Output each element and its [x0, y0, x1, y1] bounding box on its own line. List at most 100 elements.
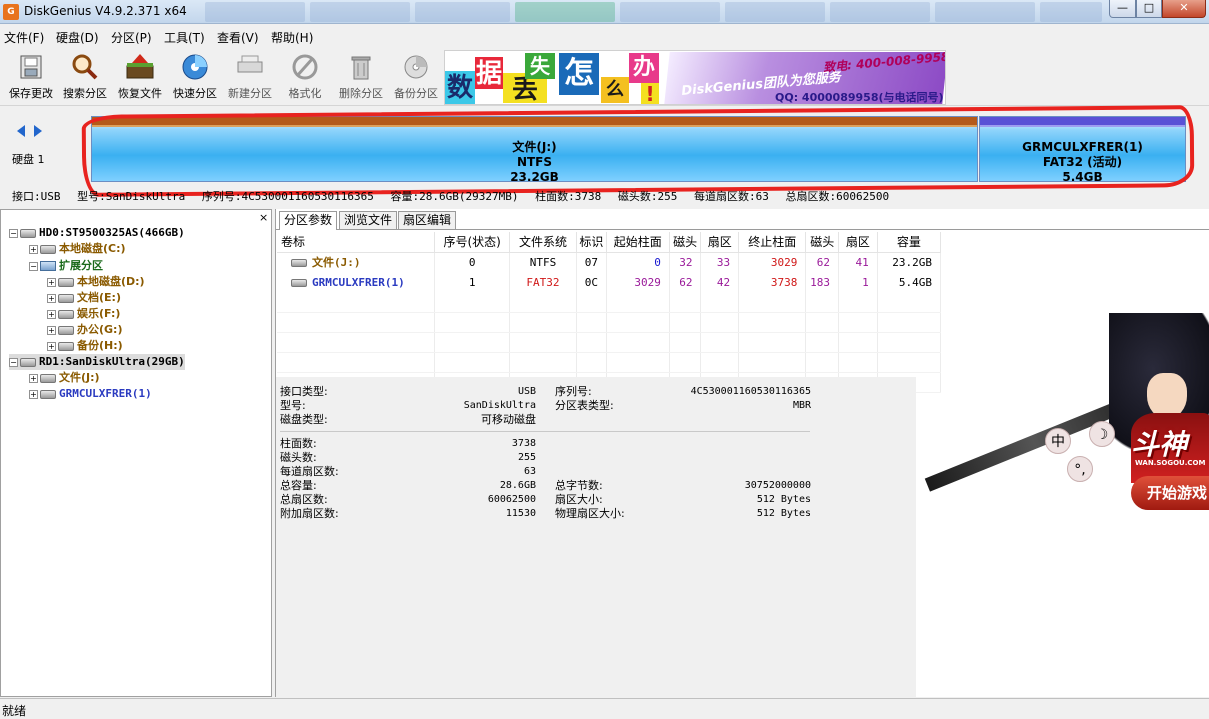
col-header[interactable]: 序号(状态) — [434, 232, 510, 253]
menu-view[interactable]: 查看(V) — [217, 29, 259, 46]
partition-fs: FAT32 (活动) — [1042, 155, 1123, 169]
cell-index: 1 — [434, 272, 510, 292]
info-value: 4C530001160530116365 — [690, 386, 811, 397]
cell-start-cyl: 0 — [606, 252, 670, 272]
menu-help[interactable]: 帮助(H) — [271, 29, 313, 46]
tab-sector-editor[interactable]: 扇区编辑 — [398, 211, 457, 229]
col-header[interactable]: 文件系统 — [509, 232, 578, 253]
cell-end-cyl: 3029 — [738, 252, 807, 272]
menu-file[interactable]: 文件(F) — [4, 29, 44, 46]
tree-item-f[interactable]: + 娱乐(F:) — [47, 306, 120, 322]
tree-item-e[interactable]: + 文档(E:) — [47, 290, 121, 306]
recover-files-button[interactable]: 恢复文件 — [113, 50, 167, 104]
table-row[interactable]: 文件(J:) 0 NTFS 07 0 32 33 3029 62 41 23.2… — [277, 252, 942, 272]
expand-icon[interactable]: + — [47, 325, 56, 335]
ad-bubble[interactable]: °, — [1067, 456, 1093, 482]
next-disk-arrow-icon[interactable] — [34, 125, 42, 137]
info-label: 总字节数: — [555, 479, 603, 492]
tab-partition-params[interactable]: 分区参数 — [279, 211, 338, 230]
empty-row — [277, 292, 942, 313]
expand-icon[interactable]: + — [47, 309, 56, 319]
quick-partition-button[interactable]: 快速分区 — [168, 50, 222, 104]
tree-item-extended[interactable]: − 扩展分区 — [29, 258, 103, 274]
save-icon — [15, 52, 47, 82]
ad-bubble[interactable]: ☽ — [1089, 421, 1115, 447]
ad-bubble[interactable]: 中 — [1045, 428, 1071, 454]
col-header[interactable]: 标识 — [576, 232, 607, 253]
tree-item-j[interactable]: + 文件(J:) — [29, 370, 100, 386]
col-header[interactable]: 扇区 — [700, 232, 740, 253]
menu-partition[interactable]: 分区(P) — [111, 29, 152, 46]
start-game-button[interactable]: 开始游戏 — [1131, 476, 1209, 510]
cell-index: 0 — [434, 252, 510, 272]
col-header[interactable]: 卷标 — [277, 232, 436, 253]
collapse-icon[interactable]: − — [9, 228, 18, 238]
tree-item-h[interactable]: + 备份(H:) — [47, 338, 123, 354]
tree-item-rd1[interactable]: − RD1:SanDiskUltra(29GB) — [9, 354, 185, 370]
cell-end-sector: 41 — [838, 252, 878, 272]
tree-item-g[interactable]: + 办公(G:) — [47, 322, 122, 338]
partition-icon — [40, 244, 56, 254]
hard-disk-icon — [20, 228, 36, 238]
cell-id: 0C — [576, 272, 607, 292]
info-label: 型号: — [280, 399, 306, 412]
new-partition-button[interactable]: 新建分区 — [223, 50, 277, 104]
tab-browse-files[interactable]: 浏览文件 — [339, 211, 398, 229]
background-window-ghost — [935, 2, 1035, 22]
background-window-ghost — [1040, 2, 1102, 22]
partition-table: 卷标 序号(状态) 文件系统 标识 起始柱面 磁头 扇区 终止柱面 磁头 扇区 … — [277, 232, 942, 393]
partition-icon — [291, 259, 307, 268]
expand-icon[interactable]: + — [29, 389, 38, 399]
disk-info-item: 柱面数:3738 — [535, 190, 602, 203]
banner-char: 数 — [445, 71, 475, 104]
banner-char: 失 — [525, 53, 555, 79]
backup-partition-button[interactable]: 备份分区 — [389, 50, 443, 104]
cell-fs: FAT32 — [509, 272, 578, 292]
ad-site-text: WAN.SOGOU.COM — [1135, 459, 1206, 467]
format-button[interactable]: 格式化 — [278, 50, 332, 104]
info-label: 接口类型: — [280, 385, 328, 398]
game-ad-popup[interactable]: 中 ☽ °, 斗神 WAN.SOGOU.COM 开始游戏 — [909, 313, 1209, 513]
menu-disk[interactable]: 硬盘(D) — [56, 29, 99, 46]
tree-item-c[interactable]: + 本地磁盘(C:) — [29, 241, 126, 257]
status-bar: 就绪 — [0, 698, 1209, 718]
col-header[interactable]: 容量 — [877, 232, 942, 253]
tree-item-grmculxfrer[interactable]: + GRMCULXFRER(1) — [29, 386, 152, 402]
banner-qq: QQ: 4000089958(与电话同号) — [775, 91, 944, 104]
empty-row — [277, 332, 942, 353]
delete-partition-button[interactable]: 删除分区 — [334, 50, 388, 104]
cell-start-cyl: 3029 — [606, 272, 670, 292]
app-icon: G — [3, 4, 19, 20]
col-header[interactable]: 扇区 — [838, 232, 878, 253]
partition-block-grmculxfrer[interactable]: GRMCULXFRER(1) FAT32 (活动) 5.4GB — [979, 116, 1186, 184]
tree-item-hd0[interactable]: − HD0:ST9500325AS(466GB) — [9, 225, 185, 241]
close-panel-icon[interactable]: × — [259, 211, 268, 224]
expand-icon[interactable]: + — [29, 244, 38, 254]
banner-ad[interactable]: 数 据 丢 失 怎 么 办 ! DiskGenius团队为您服务 致电: 400… — [444, 50, 946, 105]
minimize-button[interactable]: — — [1109, 0, 1136, 18]
save-changes-button[interactable]: 保存更改 — [4, 50, 58, 104]
partition-block-j[interactable]: 文件(J:) NTFS 23.2GB — [91, 116, 978, 184]
collapse-icon[interactable]: − — [29, 261, 38, 271]
col-header[interactable]: 磁头 — [669, 232, 702, 253]
col-header[interactable]: 磁头 — [805, 232, 840, 253]
col-header[interactable]: 终止柱面 — [738, 232, 807, 253]
tree-item-label: 办公(G:) — [77, 323, 123, 336]
prev-disk-arrow-icon[interactable] — [17, 125, 25, 137]
expand-icon[interactable]: + — [47, 341, 56, 351]
table-row[interactable]: GRMCULXFRER(1) 1 FAT32 0C 3029 62 42 373… — [277, 272, 942, 292]
maximize-button[interactable]: □ — [1136, 0, 1162, 18]
recover-icon — [124, 52, 156, 82]
collapse-icon[interactable]: − — [9, 357, 18, 367]
search-partition-button[interactable]: 搜索分区 — [58, 50, 112, 104]
banner-char: ! — [641, 83, 659, 104]
col-header[interactable]: 起始柱面 — [606, 232, 670, 253]
expand-icon[interactable]: + — [29, 373, 38, 383]
ad-game-logo: 斗神 — [1131, 428, 1188, 461]
tree-item-d[interactable]: + 本地磁盘(D:) — [47, 274, 145, 290]
expand-icon[interactable]: + — [47, 293, 56, 303]
expand-icon[interactable]: + — [47, 277, 56, 287]
close-button[interactable]: ✕ — [1162, 0, 1206, 18]
menu-tools[interactable]: 工具(T) — [164, 29, 205, 46]
disk-info-item: 磁头数:255 — [617, 190, 678, 203]
